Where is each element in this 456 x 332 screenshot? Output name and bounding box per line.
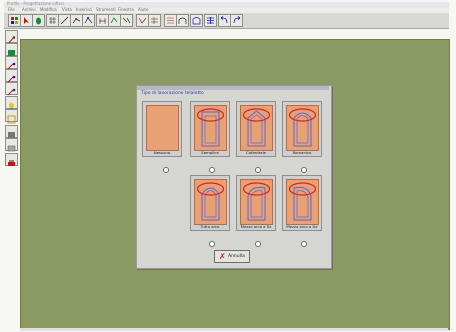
profile-tool-icon[interactable] [5,30,18,45]
option-label: Cattedrale [246,150,266,155]
zoom-icon[interactable] [5,125,18,139]
print-icon[interactable] [5,153,18,166]
panel-preview [146,105,179,151]
dialog-heading: Tipo di lavorazione telaietto [141,91,204,96]
dialog-titlebar [137,86,329,90]
cancel-button[interactable]: ✗ Annulla [214,250,250,263]
opening-icon[interactable] [204,14,217,27]
option-cattedrale[interactable]: Cattedrale [236,101,276,157]
radio-tutto-arco[interactable] [209,241,215,247]
panel-preview [194,105,227,151]
option-mezzo-arco-dx[interactable]: Mezzo arco a Dx [282,175,322,231]
panel-preview [194,179,227,225]
menu-archivi[interactable]: Archivi [22,7,36,12]
option-label: Romanico [292,150,312,155]
menu-file[interactable]: File [8,7,15,12]
menu-strumenti[interactable]: Strumenti [96,7,116,12]
option-label: Mezzo arco a Dx [286,224,318,229]
grid-tool-icon[interactable] [5,138,18,152]
sash-icon[interactable] [190,14,203,27]
cancel-x-icon: ✗ [219,252,226,261]
option-label: Semplice [201,150,219,155]
option-label: Tutto arco [200,224,220,229]
cancel-label: Annulla [228,254,245,259]
panel-tool-icon[interactable] [5,109,18,124]
frame-tool-icon[interactable] [5,43,18,57]
copy-icon[interactable] [120,14,133,27]
menu-modifica[interactable]: Modifica [40,7,57,12]
radio-mezzo-arco-sx[interactable] [255,241,261,247]
lock-icon[interactable] [32,14,45,27]
arc-icon[interactable] [82,14,95,27]
radio-mezzo-arco-dx[interactable] [301,241,307,247]
light-icon[interactable] [5,96,18,110]
option-romanico[interactable]: Romanico [282,101,322,157]
radio-romanico[interactable] [301,167,307,173]
option-semplice[interactable]: Semplice [190,101,230,157]
menu-aiuto[interactable]: Aiuto [138,7,148,12]
menu-inserisci[interactable]: Inserisci [76,7,92,12]
handle-tool-icon[interactable] [5,69,18,83]
dimension-icon[interactable] [148,14,161,27]
arch-icon[interactable] [176,14,189,27]
status-strip [20,328,448,331]
menu-finestra[interactable]: Finestra [118,7,134,12]
option-label: Nessuna [153,150,171,155]
hinge-tool-icon[interactable] [5,56,18,70]
option-nessuna[interactable]: Nessuna [142,101,182,157]
option-mezzo-arco-sx[interactable]: Mezzo arco a Sx [236,175,276,231]
glass-tool-icon[interactable] [5,82,18,96]
window-title: Profilo - Progettazione infissi [7,1,64,6]
option-tutto-arco[interactable]: Tutto arco [190,175,230,231]
option-label: Mezzo arco a Sx [240,224,272,229]
panel-preview [240,105,273,151]
radio-cattedrale[interactable] [255,167,261,173]
panel-preview [286,105,319,151]
menu-vista[interactable]: Vista [62,7,72,12]
main-toolbar [4,13,449,29]
radio-semplice[interactable] [209,167,215,173]
radio-nessuna[interactable] [163,167,169,173]
left-toolbar [4,30,18,170]
panel-preview [286,179,319,225]
redo-icon[interactable] [230,14,243,27]
panel-preview [240,179,273,225]
